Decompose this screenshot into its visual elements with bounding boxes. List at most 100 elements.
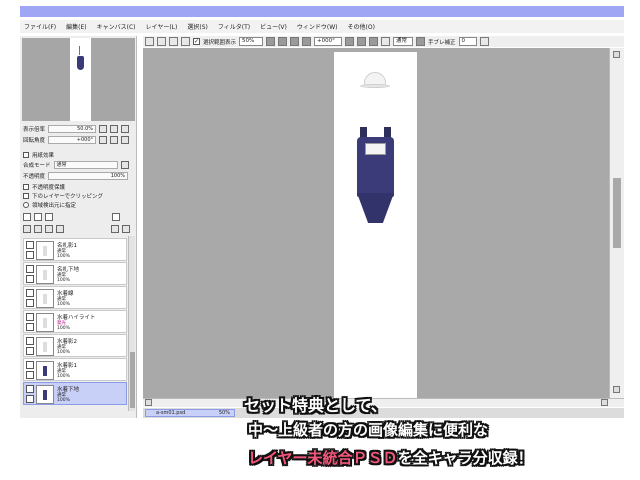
zoom-slider[interactable]: 50.0%	[48, 124, 97, 133]
zoom-minus-button[interactable]	[99, 124, 108, 133]
clear-layer-icon[interactable]	[45, 224, 53, 233]
scroll-up-icon[interactable]	[613, 51, 620, 58]
rotate-reset-panel-button[interactable]	[121, 135, 130, 144]
lock-icon[interactable]	[26, 347, 34, 355]
eye-icon[interactable]	[26, 313, 34, 321]
protect-opacity-label: 不透明度保護	[32, 184, 66, 191]
swimsuit-artwork	[353, 127, 398, 225]
document-tab[interactable]: a-sm01.psd 50%	[145, 409, 235, 417]
redo-button[interactable]	[157, 37, 166, 46]
scroll-left-icon[interactable]	[145, 399, 152, 406]
view-mode-dropdown-icon[interactable]	[416, 37, 426, 46]
zoom-out-button[interactable]	[278, 37, 288, 46]
layer-thumbnail	[36, 289, 54, 308]
layer-list-scrollbar[interactable]	[128, 236, 135, 411]
eye-icon[interactable]	[26, 337, 34, 345]
stabilizer-field[interactable]: 0	[458, 37, 477, 46]
lock-icon[interactable]	[26, 323, 34, 331]
paper-effect-toggle-icon[interactable]	[23, 151, 29, 158]
menu-view[interactable]: ビュー(V)	[260, 22, 287, 31]
invert-selection-button[interactable]	[181, 37, 190, 46]
zoom-fit-button[interactable]	[302, 37, 312, 46]
delete-layer-icon[interactable]	[56, 224, 64, 233]
flip-button[interactable]	[381, 37, 391, 46]
zoom-reset-button[interactable]	[266, 37, 276, 46]
rotation-slider[interactable]: +000°	[48, 135, 97, 144]
blend-mode-select[interactable]: 通常	[53, 160, 118, 169]
rotation-row: 回転角度 +000°	[23, 135, 130, 144]
opacity-row: 不透明度 100%	[23, 171, 129, 180]
menu-window[interactable]: ウィンドウ(W)	[297, 22, 338, 31]
lock-icon[interactable]	[26, 275, 34, 283]
eye-icon[interactable]	[26, 241, 34, 249]
menu-file[interactable]: ファイル(F)	[24, 22, 56, 31]
new-folder-icon[interactable]	[45, 212, 53, 221]
lock-icon[interactable]	[26, 299, 34, 307]
zoom-plus-button[interactable]	[110, 124, 119, 133]
layer-item[interactable]: 水着ハイライト 発光 100%	[23, 310, 127, 333]
zoom-in-button[interactable]	[290, 37, 300, 46]
rotate-reset-button[interactable]	[369, 37, 379, 46]
rotate-left-panel-button[interactable]	[99, 135, 108, 144]
left-panel: 表示倍率 50.0% 回転角度 +000° 用紙効果 合成モード 通常 不透明度…	[20, 36, 137, 418]
clipping-checkbox[interactable]	[23, 192, 29, 199]
menu-layer[interactable]: レイヤー(L)	[146, 22, 178, 31]
transfer-down-icon[interactable]	[23, 224, 31, 233]
paper-effect-row[interactable]: 用紙効果	[23, 150, 54, 159]
menu-edit[interactable]: 編集(E)	[66, 22, 86, 31]
option-protect-opacity[interactable]: 不透明度保護	[23, 182, 65, 191]
document-zoom: 50%	[218, 410, 230, 416]
new-linework-layer-icon[interactable]	[34, 212, 42, 221]
deselect-button[interactable]	[169, 37, 178, 46]
lock-icon[interactable]	[26, 371, 34, 379]
layer-item-selected[interactable]: 水着下地 通常 100%	[23, 382, 127, 405]
lock-icon[interactable]	[26, 395, 34, 403]
paper-effect-label: 用紙効果	[32, 152, 55, 159]
option-detection-source[interactable]: 領域検出元に指定	[23, 200, 76, 209]
blend-mode-row: 合成モード 通常	[23, 160, 129, 169]
opacity-slider[interactable]: 100%	[48, 171, 129, 180]
title-bar	[20, 6, 624, 17]
menu-canvas[interactable]: キャンバス(C)	[97, 22, 136, 31]
layer-item[interactable]: 水着影1 通常 100%	[23, 358, 127, 381]
undo-button[interactable]	[145, 37, 154, 46]
protect-opacity-checkbox[interactable]	[23, 183, 29, 190]
layer-up-icon[interactable]	[111, 224, 119, 233]
eye-icon[interactable]	[26, 289, 34, 297]
rotate-left-button[interactable]	[345, 37, 355, 46]
zoom-field[interactable]: 50%	[239, 37, 264, 46]
layer-list-scroll-thumb[interactable]	[130, 352, 135, 408]
stabilizer-dropdown-icon[interactable]	[479, 37, 489, 46]
detection-source-radio[interactable]	[23, 201, 29, 208]
new-layer-icon[interactable]	[23, 212, 31, 221]
eye-icon[interactable]	[26, 361, 34, 369]
lock-icon[interactable]	[26, 251, 34, 259]
show-selection-checkbox[interactable]: ✓	[193, 38, 200, 45]
layer-item[interactable]: 名札下地 通常 100%	[23, 262, 127, 285]
zoom-reset-button-panel[interactable]	[121, 124, 130, 133]
menu-select[interactable]: 選択(S)	[187, 22, 208, 31]
canvas-workspace[interactable]	[143, 48, 624, 398]
eye-icon[interactable]	[26, 265, 34, 273]
canvas-vertical-scroll-thumb[interactable]	[613, 178, 621, 248]
eye-icon[interactable]	[26, 385, 34, 393]
rotate-right-panel-button[interactable]	[110, 135, 119, 144]
layer-item[interactable]: 水着線 通常 100%	[23, 286, 127, 309]
merge-down-icon[interactable]	[34, 224, 42, 233]
view-mode-field[interactable]: 通常	[393, 37, 414, 46]
blend-mode-dropdown-icon[interactable]	[120, 160, 129, 169]
layer-list: 名札影1 通常 100% 名札下地 通常 100% 水着線 通常 100% 水着…	[23, 236, 127, 411]
layer-down-icon[interactable]	[122, 224, 130, 233]
layer-thumbnail	[36, 265, 54, 284]
rotation-field[interactable]: +000°	[314, 37, 343, 46]
rotate-right-button[interactable]	[357, 37, 367, 46]
canvas-vertical-scrollbar[interactable]	[609, 48, 624, 398]
menu-filter[interactable]: フィルタ(T)	[218, 22, 250, 31]
navigator[interactable]	[22, 38, 135, 121]
option-clipping[interactable]: 下のレイヤーでクリッピング	[23, 191, 103, 200]
layer-item[interactable]: 水着影2 通常 100%	[23, 334, 127, 357]
panel-menu-icon[interactable]	[112, 212, 120, 221]
menu-other[interactable]: その他(O)	[348, 22, 375, 31]
canvas-document[interactable]	[334, 52, 417, 398]
layer-item[interactable]: 名札影1 通常 100%	[23, 238, 127, 261]
